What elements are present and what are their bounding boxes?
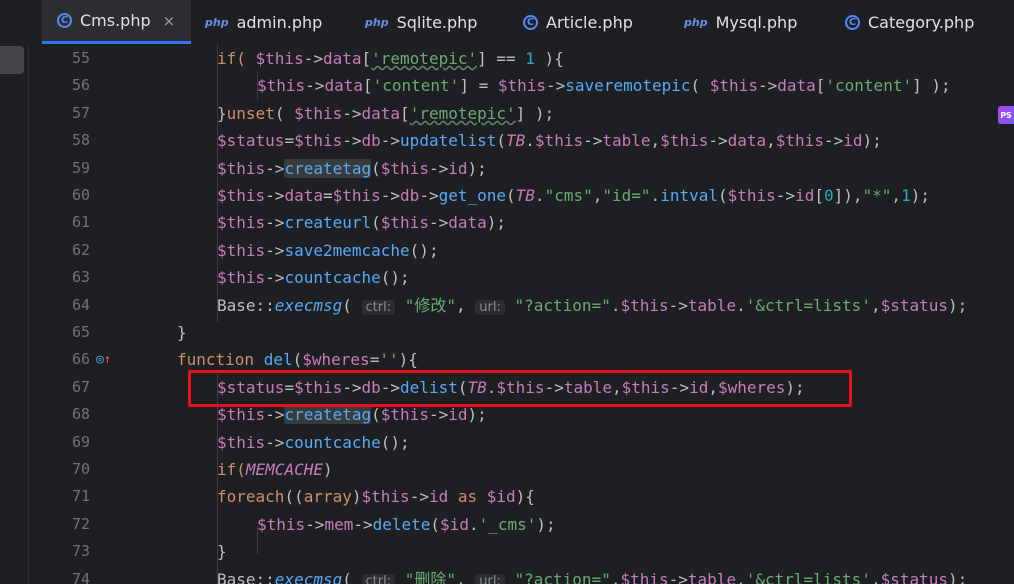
php-file-icon: php [205, 15, 229, 29]
tab-article-php[interactable]: C Article.php [523, 0, 633, 44]
php-file-icon: php [684, 15, 708, 29]
param-hint-ctrl: ctrl: [361, 299, 396, 315]
code-text: $this->save2memcache(); [217, 240, 439, 260]
line-number: 61 [71, 213, 90, 232]
arrow-up-icon: ↑ [103, 352, 112, 367]
code-text: }unset( $this->data['remotepic'] ); [217, 103, 555, 123]
line-number: 64 [71, 295, 90, 314]
param-hint-url: url: [475, 299, 505, 315]
tab-label: admin.php [236, 12, 323, 32]
code-text: foreach((array)$this->id as $id){ [217, 487, 535, 507]
line-number: 56 [71, 76, 90, 95]
line-number: 71 [71, 487, 90, 506]
code-text: $status=$this->db->updatelist(TB.$this->… [217, 131, 882, 151]
php-file-icon: php [365, 15, 389, 29]
line-number: 62 [71, 240, 90, 259]
tab-label: Cms.php [80, 11, 151, 30]
line-number: 74 [71, 569, 90, 584]
override-marker-icon[interactable]: ◎↑ [96, 352, 111, 367]
close-tab-icon[interactable]: × [163, 12, 176, 30]
tab-label: Category.php [868, 12, 975, 32]
code-line[interactable]: 69 $this->countcache(); [40, 429, 1014, 456]
code-text: } [217, 542, 227, 562]
line-number: 68 [71, 405, 90, 424]
code-text: if( $this->data['remotepic'] == 1 ){ [217, 49, 564, 68]
project-tool-button[interactable] [0, 46, 24, 74]
tab-mysql-php[interactable]: php Mysql.php [684, 0, 797, 44]
code-text: $this->createtag($this->id); [217, 158, 487, 178]
code-text: Base::execmsg( ctrl: "删除", url: "?action… [217, 566, 967, 584]
tab-sqlite-php[interactable]: php Sqlite.php [365, 0, 477, 44]
code-text: $this->countcache(); [217, 268, 410, 288]
line-number: 55 [71, 49, 90, 67]
code-line[interactable]: 74 Base::execmsg( ctrl: "删除", url: "?act… [40, 566, 1014, 584]
tab-label: Sqlite.php [396, 12, 478, 32]
param-hint-url: url: [475, 573, 505, 584]
code-text: } [177, 323, 187, 342]
code-line[interactable]: 71 foreach((array)$this->id as $id){ [40, 483, 1014, 510]
code-line[interactable]: 56 $this->data['content'] = $this->saver… [40, 72, 1014, 99]
code-line[interactable]: 65 } [40, 319, 1014, 346]
line-number: 59 [71, 158, 90, 177]
code-text: $this->countcache(); [217, 432, 410, 452]
line-number: 57 [71, 103, 90, 122]
code-line[interactable]: 64 Base::execmsg( ctrl: "修改", url: "?act… [40, 292, 1014, 319]
code-line[interactable]: 55 if( $this->data['remotepic'] == 1 ){ [40, 45, 1014, 72]
php-class-icon: C [845, 14, 860, 30]
line-number: 67 [71, 377, 90, 396]
code-text: Base::execmsg( ctrl: "修改", url: "?action… [217, 295, 968, 315]
line-number: 73 [71, 542, 90, 561]
code-editor[interactable]: 55 if( $this->data['remotepic'] == 1 ){ … [40, 44, 1014, 584]
code-text: $this->data['content'] = $this->saveremo… [257, 76, 951, 96]
code-line[interactable]: 58 $status=$this->db->updatelist(TB.$thi… [40, 127, 1014, 154]
line-number: 63 [71, 268, 90, 287]
phpstorm-plugin-icon[interactable]: PS [998, 106, 1014, 124]
line-number: 72 [71, 514, 90, 533]
code-line[interactable]: 62 $this->save2memcache(); [40, 237, 1014, 264]
param-hint-ctrl: ctrl: [361, 573, 396, 584]
line-number: 60 [71, 186, 90, 204]
code-line[interactable]: 61 $this->createurl($this->data); [40, 209, 1014, 236]
tool-window-strip [0, 44, 40, 584]
line-number: 58 [71, 131, 90, 150]
line-number: 70 [71, 460, 90, 478]
tab-cms-php[interactable]: C Cms.php × [42, 0, 191, 44]
red-annotation-box [188, 370, 852, 407]
tab-label: Mysql.php [715, 12, 798, 32]
tab-label: Article.php [546, 12, 633, 32]
php-class-icon: C [523, 14, 538, 30]
code-text: $this->data=$this->db->get_one(TB."cms",… [217, 186, 930, 205]
code-line[interactable]: 73 } [40, 538, 1014, 565]
line-number: 66 [71, 350, 90, 369]
tab-admin-php[interactable]: php admin.php [205, 0, 322, 44]
code-line[interactable]: 70 if(MEMCACHE) [40, 456, 1014, 483]
php-class-icon: C [57, 13, 72, 28]
code-text: $this->mem->delete($id.'_cms'); [257, 514, 556, 534]
line-number: 65 [71, 323, 90, 341]
divider [28, 44, 29, 584]
code-line[interactable]: 60 $this->data=$this->db->get_one(TB."cm… [40, 182, 1014, 209]
code-text: if(MEMCACHE) [217, 460, 333, 479]
code-line[interactable]: 63 $this->countcache(); [40, 264, 1014, 291]
line-number: 69 [71, 432, 90, 451]
tab-category-php[interactable]: C Category.php [845, 0, 974, 44]
code-line[interactable]: 72 $this->mem->delete($id.'_cms'); [40, 511, 1014, 538]
code-line[interactable]: 57 }unset( $this->data['remotepic'] ); [40, 100, 1014, 127]
code-line[interactable]: 59 $this->createtag($this->id); [40, 155, 1014, 182]
code-text: $this->createurl($this->data); [217, 213, 507, 233]
editor-tab-bar: C Cms.php × php admin.php php Sqlite.php… [0, 0, 1014, 45]
